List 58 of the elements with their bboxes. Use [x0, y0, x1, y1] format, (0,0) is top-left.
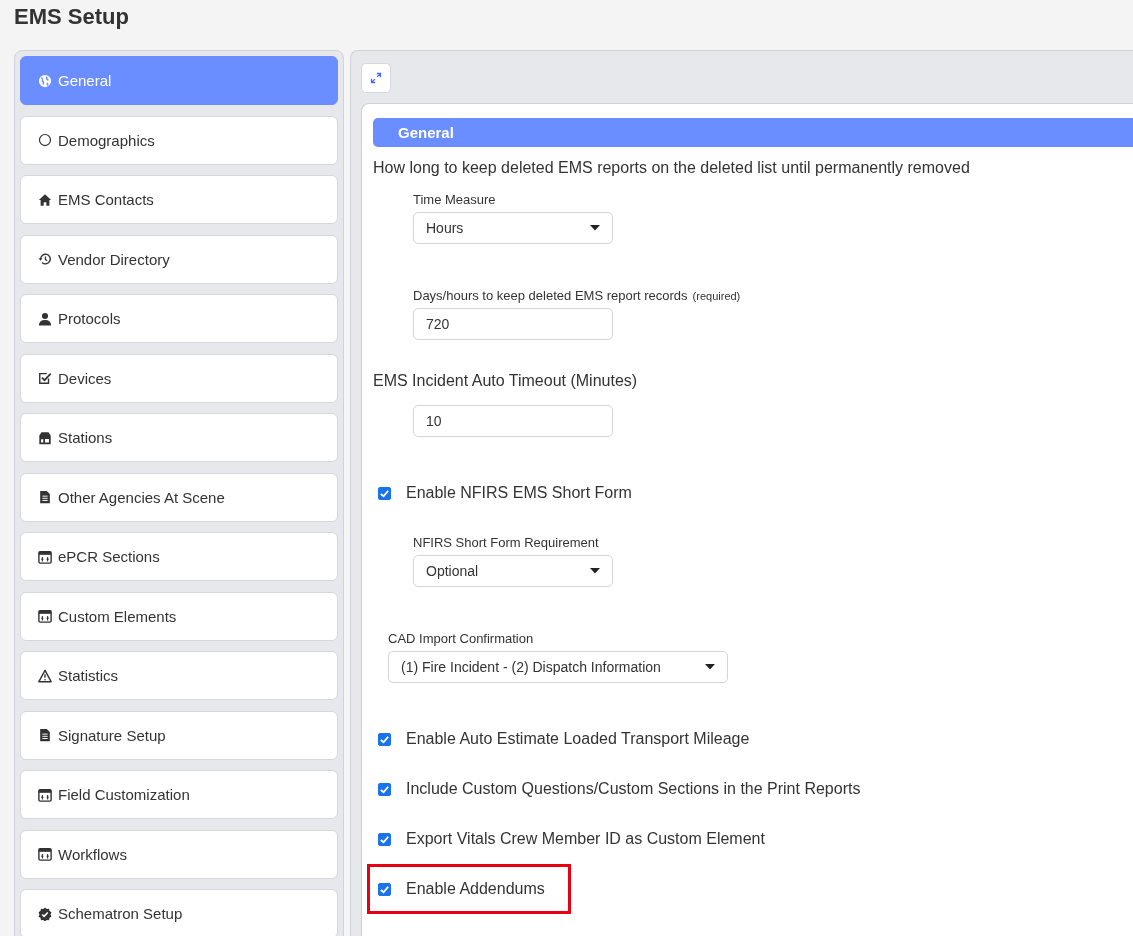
caret-icon	[590, 568, 600, 574]
page-title: EMS Setup	[13, 3, 130, 31]
checkbox[interactable]	[378, 832, 391, 846]
select-field[interactable]: Optional	[413, 555, 613, 587]
history-icon	[38, 252, 52, 266]
checkbox-label: Include Custom Questions/Custom Sections in the Print Reports	[406, 780, 861, 798]
checkbox-label: Enable NFIRS EMS Short Form	[406, 484, 632, 502]
sidebar-item[interactable]: Signature Setup	[20, 710, 338, 760]
calendar-icon	[38, 847, 52, 861]
calendar-icon	[38, 787, 52, 802]
circle-icon	[38, 133, 52, 147]
calendar-icon	[38, 549, 52, 564]
checkbox-label: Enable Addendums	[406, 880, 545, 898]
field-label: Time Measure	[413, 192, 497, 207]
user-icon	[38, 311, 52, 326]
sidebar-item[interactable]: Demographics	[20, 115, 338, 165]
description-text: How long to keep deleted EMS reports on the deleted list until permanently removed	[373, 158, 971, 178]
caret-icon	[590, 225, 600, 231]
checkbox[interactable]	[378, 486, 391, 500]
document-icon	[38, 728, 52, 742]
input-field[interactable]: 720	[413, 308, 613, 340]
globe-icon	[38, 73, 52, 88]
home-icon	[38, 192, 52, 207]
sidebar-item[interactable]: Field Customization	[20, 770, 338, 819]
sidebar-item[interactable]: ePCR Sections	[20, 532, 338, 581]
expand-icon	[370, 72, 382, 84]
checkbox-icon	[38, 371, 52, 385]
field-label: NFIRS Short Form Requirement	[413, 535, 600, 550]
sidebar-item[interactable]: Schematron Setup	[20, 889, 338, 936]
sidebar-item[interactable]: Custom Elements	[20, 591, 338, 641]
document-icon	[38, 490, 52, 504]
sidebar-item[interactable]: Protocols	[20, 294, 338, 343]
field-label: Days/hours to keep deleted EMS report records	[413, 288, 688, 303]
sidebar-item[interactable]: Workflows	[20, 829, 338, 879]
checkbox-label: Enable Auto Estimate Loaded Transport Mileage	[406, 730, 750, 748]
sidebar-item[interactable]: Other Agencies At Scene	[20, 472, 338, 522]
select-field[interactable]: (1) Fire Incident - (2) Dispatch Information	[388, 651, 728, 683]
sidebar-item[interactable]: Stations	[20, 413, 338, 462]
checkbox[interactable]	[378, 732, 391, 746]
sidebar-item[interactable]: Vendor Directory	[20, 234, 338, 284]
expand-button[interactable]	[361, 63, 391, 93]
warning-icon	[38, 668, 52, 683]
store-icon	[38, 430, 52, 445]
checkbox-label: Export Vitals Crew Member ID as Custom Element	[406, 830, 765, 848]
section-header: General	[373, 118, 1133, 147]
select-field[interactable]: Hours	[413, 212, 613, 244]
input-field[interactable]: 10	[413, 405, 613, 437]
field-label: CAD Import Confirmation	[388, 631, 535, 646]
badge-check-icon	[38, 906, 52, 921]
required-note: (required)	[692, 290, 741, 302]
checkbox[interactable]	[378, 882, 391, 896]
checkbox[interactable]	[378, 782, 391, 796]
sidebar-item[interactable]: Devices	[20, 353, 338, 403]
sidebar-item[interactable]: Statistics	[20, 651, 338, 700]
calendar-icon	[38, 609, 52, 623]
caret-icon	[705, 664, 715, 670]
description-text: EMS Incident Auto Timeout (Minutes)	[373, 371, 639, 391]
sidebar-item[interactable]: EMS Contacts	[20, 175, 338, 224]
